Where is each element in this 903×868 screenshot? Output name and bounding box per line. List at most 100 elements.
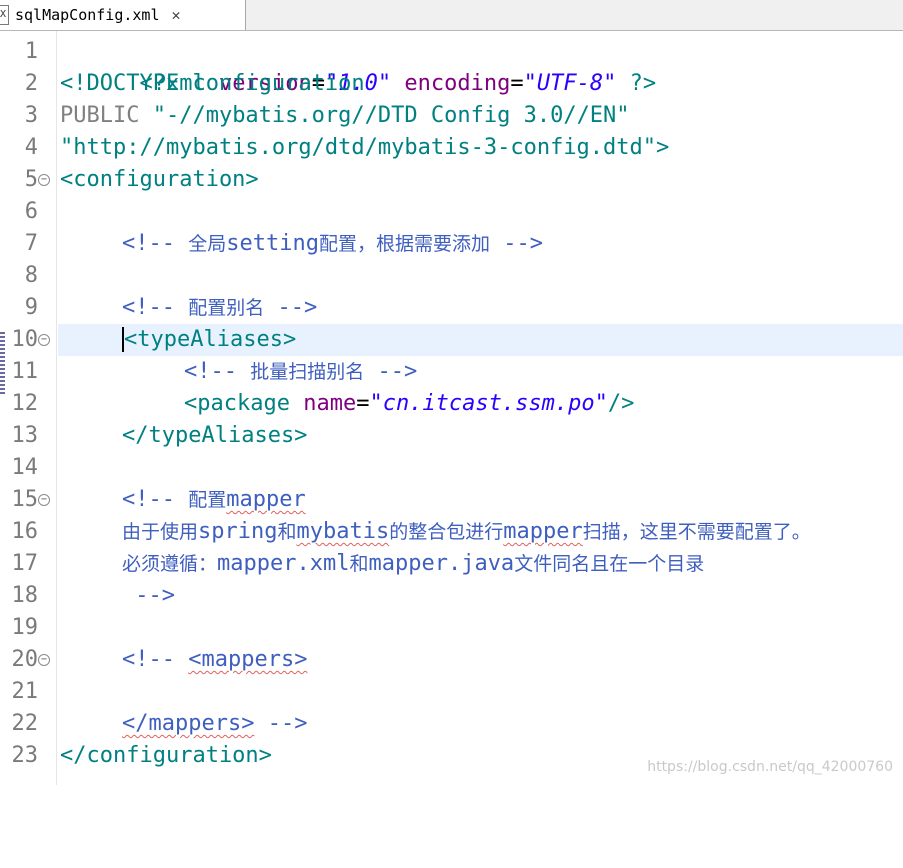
comment-open: <!-- bbox=[122, 647, 189, 672]
comment-text: mapper.xml bbox=[217, 551, 350, 576]
code-line: 18 --> bbox=[0, 580, 903, 612]
tag-configuration-close: </configuration> bbox=[60, 743, 272, 768]
line-number: 9 bbox=[24, 295, 38, 320]
comment-text: 文件同名且在一个目录 bbox=[514, 553, 705, 575]
editor-tab-bar: X sqlMapConfig.xml ✕ bbox=[0, 0, 903, 31]
line-number: 8 bbox=[24, 263, 38, 288]
fold-toggle-icon[interactable]: − bbox=[38, 174, 50, 186]
code-line: 19 bbox=[0, 612, 903, 644]
comment-close: --> bbox=[264, 295, 318, 320]
comment-text: 的整合包进行 bbox=[389, 521, 504, 543]
line-number: 17 bbox=[11, 551, 39, 576]
line-number: 13 bbox=[11, 423, 39, 448]
line-number: 2 bbox=[24, 71, 38, 96]
comment-open: <!-- bbox=[184, 359, 251, 384]
doctype-system-id: "http://mybatis.org/dtd/mybatis-3-config… bbox=[60, 135, 670, 160]
doctype-text: <!DOCTYPE configuration bbox=[60, 71, 365, 96]
code-line: 22 </mappers> --> bbox=[0, 708, 903, 740]
comment-text: mapper bbox=[226, 487, 306, 512]
xml-file-icon: X bbox=[0, 5, 9, 25]
code-line: 5 − <configuration> bbox=[0, 164, 903, 196]
comment-text: 全局 bbox=[188, 233, 227, 255]
code-line: 14 bbox=[0, 452, 903, 484]
line-number: 11 bbox=[11, 359, 39, 384]
fold-toggle-icon[interactable]: − bbox=[38, 334, 50, 346]
tag-typealiases-close: </typeAliases> bbox=[122, 423, 308, 448]
tab-title: sqlMapConfig.xml bbox=[15, 6, 160, 24]
tab-sqlmapconfig[interactable]: X sqlMapConfig.xml ✕ bbox=[0, 0, 246, 30]
comment-open: <!-- bbox=[122, 295, 189, 320]
tag-package-close: /> bbox=[607, 391, 635, 416]
doctype-public-id: "-//mybatis.org//DTD Config 3.0//EN" bbox=[152, 103, 630, 128]
line-number: 23 bbox=[11, 743, 39, 768]
code-line: 20 − <!-- <mappers> bbox=[0, 644, 903, 676]
line-number: 6 bbox=[24, 199, 38, 224]
comment-text: 由于使用 bbox=[122, 521, 199, 543]
fold-toggle-icon[interactable]: − bbox=[38, 494, 50, 506]
line-number: 4 bbox=[24, 135, 38, 160]
close-icon[interactable]: ✕ bbox=[172, 6, 181, 24]
code-line: 9 <!-- 配置别名 --> bbox=[0, 292, 903, 324]
code-line: 15 − <!-- 配置mapper bbox=[0, 484, 903, 516]
line-number: 1 bbox=[24, 39, 38, 64]
line-number: 22 bbox=[11, 711, 39, 736]
code-line: 12 <package name="cn.itcast.ssm.po"/> bbox=[0, 388, 903, 420]
comment-close: --> bbox=[254, 711, 308, 736]
value-package: "cn.itcast.ssm.po" bbox=[369, 391, 608, 416]
code-line: 4 "http://mybatis.org/dtd/mybatis-3-conf… bbox=[0, 132, 903, 164]
code-line: 21 bbox=[0, 676, 903, 708]
code-line: 7 <!-- 全局setting配置，根据需要添加 --> bbox=[0, 228, 903, 260]
code-line: 6 bbox=[0, 196, 903, 228]
comment-close: --> bbox=[364, 359, 418, 384]
code-line-current: 10 − <typeAliases> bbox=[0, 324, 903, 356]
tag-configuration-open: <configuration> bbox=[60, 167, 259, 192]
code-line: 11 <!-- 批量扫描别名 --> bbox=[0, 356, 903, 388]
line-number: 19 bbox=[11, 615, 39, 640]
comment-text: mapper bbox=[503, 519, 583, 544]
comment-text: setting bbox=[226, 231, 319, 256]
comment-text: 批量扫描别名 bbox=[250, 361, 365, 383]
line-number: 5 bbox=[24, 167, 38, 192]
comment-text: 配置，根据需要添加 bbox=[318, 233, 490, 255]
code-line: 16 由于使用spring和mybatis的整合包进行mapper扫描，这里不需… bbox=[0, 516, 903, 548]
comment-text: 必须遵循： bbox=[122, 553, 218, 575]
code-line: 8 bbox=[0, 260, 903, 292]
comment-close: --> bbox=[122, 583, 175, 608]
comment-text: mapper.java bbox=[368, 551, 515, 576]
line-number: 10 bbox=[11, 327, 39, 352]
comment-open: <!-- bbox=[122, 231, 189, 256]
code-line: 2 <!DOCTYPE configuration bbox=[0, 68, 903, 100]
code-line: 3 PUBLIC "-//mybatis.org//DTD Config 3.0… bbox=[0, 100, 903, 132]
fold-toggle-icon[interactable]: − bbox=[38, 654, 50, 666]
code-line: 13 </typeAliases> bbox=[0, 420, 903, 452]
equals: = bbox=[356, 391, 370, 416]
tag-typealiases-open: <typeAliases> bbox=[122, 327, 297, 352]
tag-package-open: <package bbox=[184, 391, 304, 416]
comment-text: spring bbox=[198, 519, 278, 544]
watermark: https://blog.csdn.net/qq_42000760 bbox=[647, 759, 893, 775]
line-number: 12 bbox=[11, 391, 39, 416]
comment-text: <mappers> bbox=[188, 647, 308, 672]
line-number: 18 bbox=[11, 583, 39, 608]
line-number: 20 bbox=[11, 647, 39, 672]
code-editor[interactable]: 1 <?xml version="1.0" encoding="UTF-8" ?… bbox=[0, 31, 903, 785]
line-number: 7 bbox=[24, 231, 38, 256]
comment-text: 配置别名 bbox=[188, 297, 265, 319]
comment-text: 配置 bbox=[188, 489, 227, 511]
line-number: 21 bbox=[11, 679, 39, 704]
comment-text: mybatis bbox=[296, 519, 390, 544]
comment-text: 和 bbox=[277, 521, 297, 543]
line-number: 14 bbox=[11, 455, 39, 480]
code-line: 17 必须遵循：mapper.xml和mapper.java文件同名且在一个目录 bbox=[0, 548, 903, 580]
comment-text: 扫描，这里不需要配置了。 bbox=[582, 521, 811, 543]
line-number: 3 bbox=[24, 103, 38, 128]
attr-name: name bbox=[303, 391, 357, 416]
comment-close: --> bbox=[489, 231, 543, 256]
comment-text: </mappers> bbox=[122, 711, 255, 736]
comment-open: <!-- bbox=[122, 487, 189, 512]
code-line: 1 <?xml version="1.0" encoding="UTF-8" ?… bbox=[0, 36, 903, 96]
doctype-public: PUBLIC bbox=[60, 103, 153, 128]
line-number: 16 bbox=[11, 519, 39, 544]
line-number: 15 bbox=[11, 487, 39, 512]
comment-text: 和 bbox=[349, 553, 369, 575]
